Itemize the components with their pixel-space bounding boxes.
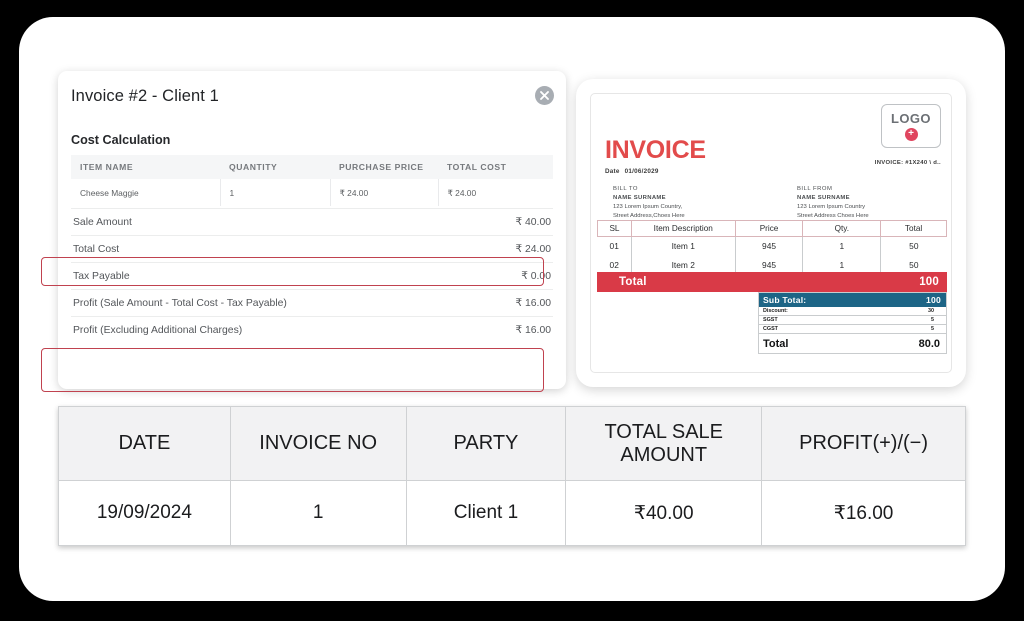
- column-header-item-description: Item Description: [630, 220, 736, 237]
- invoice-line-items-table: SL Item Description Price Qty. Total 01 …: [597, 220, 947, 275]
- subtotal-label: Sub Total:: [763, 295, 807, 305]
- invoice-date-value: 01/06/2029: [624, 168, 659, 175]
- table-row: 01 Item 1 945 1 50: [598, 236, 947, 256]
- cell-price: 945: [734, 236, 803, 256]
- invoice-date: Date 01/06/2029: [605, 168, 659, 175]
- invoice-preview-card: INVOICE Date 01/06/2029 LOGO + INVOICE: #…: [576, 79, 966, 387]
- discount-label: Discount:: [763, 308, 788, 314]
- bill-to-line1: 123 Lorem Ipsum Country,: [613, 204, 683, 211]
- cgst-label: CGST: [763, 326, 778, 332]
- cell-sl: 01: [609, 241, 619, 252]
- summary-value: ₹ 16.00: [515, 298, 552, 309]
- invoice-page: INVOICE Date 01/06/2029 LOGO + INVOICE: #…: [590, 93, 952, 373]
- cgst-row: CGST 5: [759, 325, 946, 334]
- invoice-date-label: Date: [605, 168, 620, 175]
- invoice-heading: INVOICE: [605, 136, 706, 164]
- sgst-value: 5: [931, 317, 934, 323]
- table-row: Cheese Maggie 1 ₹ 24.00 ₹ 24.00: [71, 179, 553, 206]
- table-row: 19/09/2024 1 Client 1 ₹40.00 ₹16.00: [58, 480, 966, 546]
- column-header-party: PARTY: [405, 406, 567, 481]
- cell-party: Client 1: [405, 480, 567, 546]
- bill-from-name: NAME SURNAME: [797, 195, 850, 202]
- bill-to-block: BILL TO NAME SURNAME 123 Lorem Ipsum Cou…: [613, 185, 685, 222]
- bill-to-heading: BILL TO: [613, 186, 639, 192]
- cell-qty: 1: [802, 236, 881, 256]
- column-header-invoice-no: INVOICE NO: [229, 406, 407, 481]
- summary-value: ₹ 24.00: [515, 244, 552, 255]
- discount-value: 30: [928, 308, 934, 314]
- invoice-header-row: SL Item Description Price Qty. Total: [597, 220, 947, 237]
- summary-row-tax-payable: Tax Payable ₹ 0.00: [71, 262, 553, 289]
- plus-icon: +: [904, 128, 918, 141]
- invoice-total-value: 100: [919, 276, 939, 288]
- summary-label: Profit (Excluding Additional Charges): [73, 324, 243, 336]
- summary-row-sale-amount: Sale Amount ₹ 40.00: [71, 208, 553, 235]
- cgst-value: 5: [931, 326, 934, 332]
- cell-date: 19/09/2024: [58, 480, 231, 546]
- close-icon[interactable]: [535, 86, 554, 105]
- bill-to-name: NAME SURNAME: [613, 195, 666, 202]
- summary-row-total-cost: Total Cost ₹ 24.00: [71, 235, 553, 262]
- invoice-total-bar: Total 100: [597, 272, 947, 292]
- invoice-totals-box: Sub Total: 100 Discount: 30 SGST 5 CGST …: [758, 292, 947, 354]
- cell-total-sale-amount: ₹40.00: [565, 480, 763, 546]
- records-table: DATE INVOICE NO PARTY TOTAL SALE AMOUNT …: [58, 406, 966, 546]
- cost-items-table: ITEM NAME QUANTITY PURCHASE PRICE TOTAL …: [71, 155, 553, 206]
- summary-label: Tax Payable: [73, 270, 130, 282]
- cell-total-cost: ₹ 24.00: [447, 187, 477, 198]
- column-header-profit: PROFIT(+)/(−): [761, 406, 966, 481]
- cell-invoice-no: 1: [229, 480, 407, 546]
- cell-description: Item 1: [630, 236, 736, 256]
- grand-total-label: Total: [763, 337, 789, 350]
- column-header-total-sale-amount: TOTAL SALE AMOUNT: [565, 406, 763, 481]
- discount-row: Discount: 30: [759, 307, 946, 316]
- bill-from-heading: BILL FROM: [797, 186, 833, 192]
- cell-quantity: 1: [220, 179, 331, 206]
- sgst-label: SGST: [763, 317, 778, 323]
- summary-value: ₹ 40.00: [515, 217, 552, 228]
- bill-from-block: BILL FROM NAME SURNAME 123 Lorem Ipsum C…: [797, 185, 869, 222]
- summary-row-profit-excluding: Profit (Excluding Additional Charges) ₹ …: [71, 316, 553, 343]
- cell-purchase-price: ₹ 24.00: [330, 179, 439, 206]
- column-header-total-cost: TOTAL COST: [438, 155, 553, 179]
- subtotal-row: Sub Total: 100: [759, 293, 946, 307]
- sgst-row: SGST 5: [759, 316, 946, 325]
- modal-title: Invoice #2 - Client 1: [71, 87, 219, 105]
- subtotal-value: 100: [926, 295, 941, 305]
- cell-profit: ₹16.00: [761, 480, 966, 546]
- records-header-row: DATE INVOICE NO PARTY TOTAL SALE AMOUNT …: [58, 406, 966, 481]
- column-header-date: DATE: [58, 406, 231, 481]
- grand-total-row: Total 80.0: [759, 334, 946, 353]
- cost-calculation-label: Cost Calculation: [71, 133, 171, 147]
- column-header-quantity: QUANTITY: [220, 155, 330, 179]
- summary-label: Profit (Sale Amount - Total Cost - Tax P…: [73, 297, 287, 309]
- column-header-item-name: ITEM NAME: [71, 155, 220, 179]
- cost-calculation-modal: Invoice #2 - Client 1 Cost Calculation I…: [58, 71, 566, 389]
- summary-value: ₹ 16.00: [515, 325, 552, 336]
- items-header-row: ITEM NAME QUANTITY PURCHASE PRICE TOTAL …: [71, 155, 553, 179]
- column-header-total: Total: [880, 220, 947, 237]
- bill-from-line1: 123 Lorem Ipsum Country: [797, 204, 866, 211]
- summary-value: ₹ 0.00: [521, 271, 551, 282]
- grand-total-value: 80.0: [918, 337, 940, 350]
- column-header-qty: Qty.: [802, 220, 882, 237]
- column-header-price: Price: [734, 220, 804, 237]
- summary-label: Total Cost: [73, 243, 120, 255]
- cell-total: 50: [880, 236, 947, 256]
- column-header-sl: SL: [597, 220, 632, 237]
- logo-placeholder: LOGO +: [881, 104, 941, 148]
- cost-summary-list: Sale Amount ₹ 40.00 Total Cost ₹ 24.00 T…: [71, 208, 553, 343]
- column-header-purchase-price: PURCHASE PRICE: [330, 155, 438, 179]
- invoice-number: INVOICE: #1X240 \ d..: [874, 160, 941, 166]
- cell-item-name: Cheese Maggie: [71, 179, 221, 206]
- summary-label: Sale Amount: [73, 216, 132, 228]
- summary-row-profit-formula: Profit (Sale Amount - Total Cost - Tax P…: [71, 289, 553, 316]
- page-stage: Invoice #2 - Client 1 Cost Calculation I…: [19, 17, 1005, 601]
- invoice-total-label: Total: [619, 276, 647, 288]
- logo-text: LOGO: [891, 111, 931, 126]
